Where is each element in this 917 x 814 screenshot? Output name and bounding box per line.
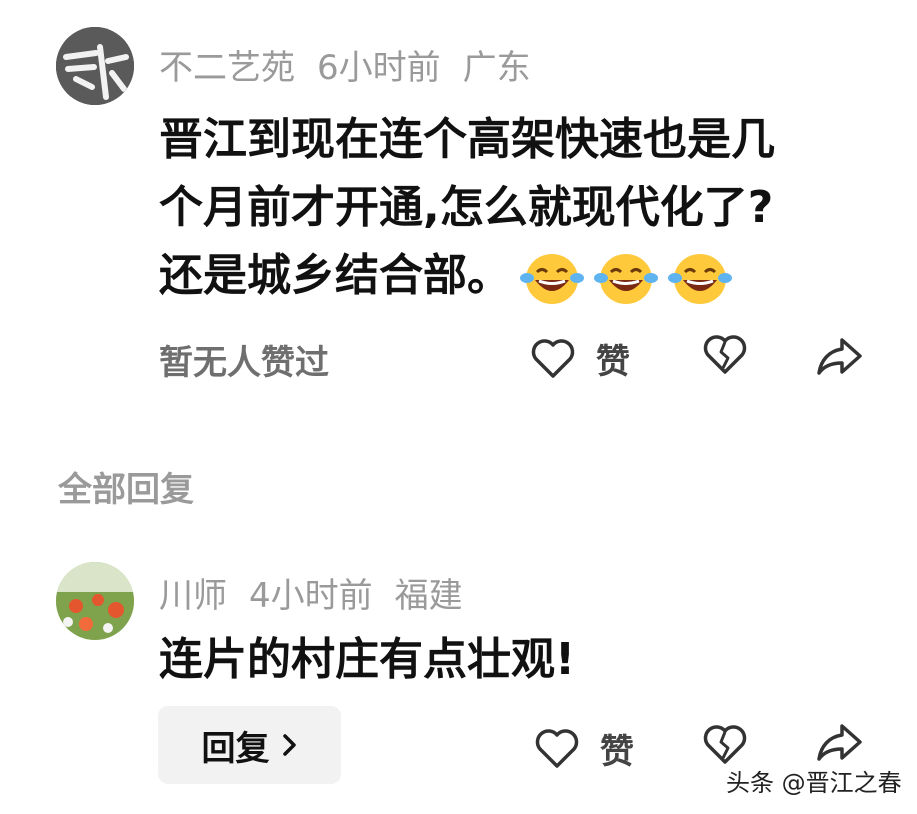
laughing-tears-emoji-icon [594, 254, 658, 304]
reply-time: 4小时前 [249, 576, 373, 616]
share-arrow-icon [817, 338, 862, 375]
like-label: 赞 [600, 732, 634, 772]
dislike-button[interactable] [702, 334, 748, 376]
comment-line: 晋江到现在连个高架快速也是几 [159, 114, 775, 165]
like-button[interactable]: 赞 [534, 724, 634, 773]
comment-text: 晋江到现在连个高架快速也是几 个月前才开通,怎么就现代化了? 还是城乡结合部。 [159, 106, 775, 310]
share-button[interactable] [816, 722, 864, 762]
avatar-flower-field-image [56, 562, 134, 640]
all-replies-title: 全部回复 [58, 470, 194, 510]
broken-heart-icon [703, 725, 747, 764]
comment-meta: 不二艺苑 6小时前 广东 [159, 40, 531, 89]
likes-summary[interactable]: 暂无人赞过 [159, 335, 329, 384]
reply-button-label: 回复 [201, 728, 270, 769]
reply-author[interactable]: 川师 [159, 576, 227, 616]
dislike-button[interactable] [702, 724, 748, 766]
avatar-calligraphy-image [56, 27, 134, 105]
share-button[interactable] [816, 336, 864, 376]
reply-text-line: 连片的村庄有点壮观! [159, 634, 576, 685]
laughing-tears-emoji-icon [668, 254, 732, 304]
comment-line: 还是城乡结合部。 [159, 250, 511, 301]
heart-icon [531, 338, 575, 378]
comment-location: 广东 [462, 48, 531, 88]
comment-line: 个月前才开通,怎么就现代化了? [159, 182, 774, 233]
comment-author[interactable]: 不二艺苑 [159, 48, 295, 88]
comment-time: 6小时前 [317, 48, 441, 88]
laughing-tears-emoji-icon [520, 254, 584, 304]
avatar[interactable] [56, 562, 134, 640]
reply-meta: 川师 4小时前 福建 [159, 568, 463, 617]
source-watermark: 头条 @晋江之春 [726, 769, 902, 797]
avatar[interactable] [56, 27, 134, 105]
reply-location: 福建 [394, 576, 463, 616]
heart-icon [535, 728, 579, 768]
share-arrow-icon [817, 724, 862, 761]
like-button[interactable]: 赞 [530, 334, 630, 383]
reply-button[interactable]: 回复 [158, 706, 341, 784]
reply-text: 连片的村庄有点壮观! [159, 626, 575, 694]
broken-heart-icon [703, 335, 747, 374]
like-label: 赞 [596, 342, 630, 382]
emoji-row [519, 250, 733, 306]
chevron-right-icon [282, 734, 296, 756]
